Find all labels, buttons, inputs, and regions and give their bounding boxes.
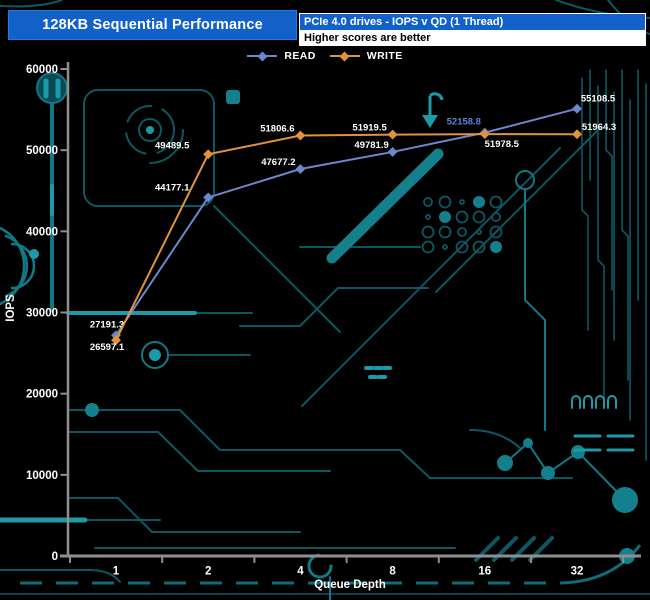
data-point-label: 47677.2 bbox=[261, 157, 295, 168]
data-point-label: 51978.5 bbox=[485, 139, 520, 150]
y-tick-label: 30000 bbox=[26, 308, 58, 320]
x-axis-title: Queue Depth bbox=[314, 579, 386, 591]
y-tick-label: 0 bbox=[52, 551, 58, 563]
data-point-label: 55108.5 bbox=[581, 94, 616, 105]
data-point-marker bbox=[572, 103, 582, 114]
data-point-marker bbox=[479, 129, 490, 140]
x-category-label: 32 bbox=[571, 566, 584, 578]
y-tick-label: 60000 bbox=[26, 64, 58, 76]
data-point-label: 44177.1 bbox=[155, 182, 190, 193]
data-point-marker bbox=[203, 149, 214, 160]
data-point-label: 51919.5 bbox=[352, 123, 387, 134]
y-tick-label: 10000 bbox=[26, 470, 58, 482]
y-tick-label: 50000 bbox=[26, 145, 58, 157]
axes bbox=[60, 62, 641, 558]
data-point-label: 26597.1 bbox=[90, 342, 125, 353]
data-point-marker bbox=[295, 164, 306, 174]
data-point-label: 52158.8 bbox=[447, 117, 481, 128]
y-tick-label: 20000 bbox=[26, 389, 58, 401]
chart-page: 128KB Sequential Performance PCIe 4.0 dr… bbox=[0, 0, 650, 600]
data-point-marker bbox=[387, 146, 398, 157]
data-point-label: 27191.3 bbox=[90, 319, 124, 330]
series-line-write bbox=[115, 133, 578, 341]
x-category-label: 8 bbox=[389, 566, 396, 578]
y-tick-label: 40000 bbox=[26, 226, 58, 238]
x-category-label: 16 bbox=[478, 566, 491, 578]
data-point-label: 51806.6 bbox=[260, 124, 294, 135]
x-category-label: 4 bbox=[297, 566, 304, 578]
x-category-label: 1 bbox=[113, 566, 120, 578]
line-chart: 0 10000 20000 30000 40000 50000 60000 1 2 4 8 16 32 2… bbox=[5, 62, 641, 591]
y-axis-title: IOPS bbox=[5, 294, 17, 322]
data-point-label: 49781.9 bbox=[354, 140, 388, 151]
data-point-marker bbox=[572, 129, 582, 140]
data-point-marker bbox=[295, 130, 306, 141]
data-point-label: 51964.3 bbox=[582, 122, 616, 133]
x-category-label: 2 bbox=[205, 566, 211, 578]
data-point-marker bbox=[387, 129, 398, 140]
data-point-label: 49489.5 bbox=[155, 140, 190, 151]
